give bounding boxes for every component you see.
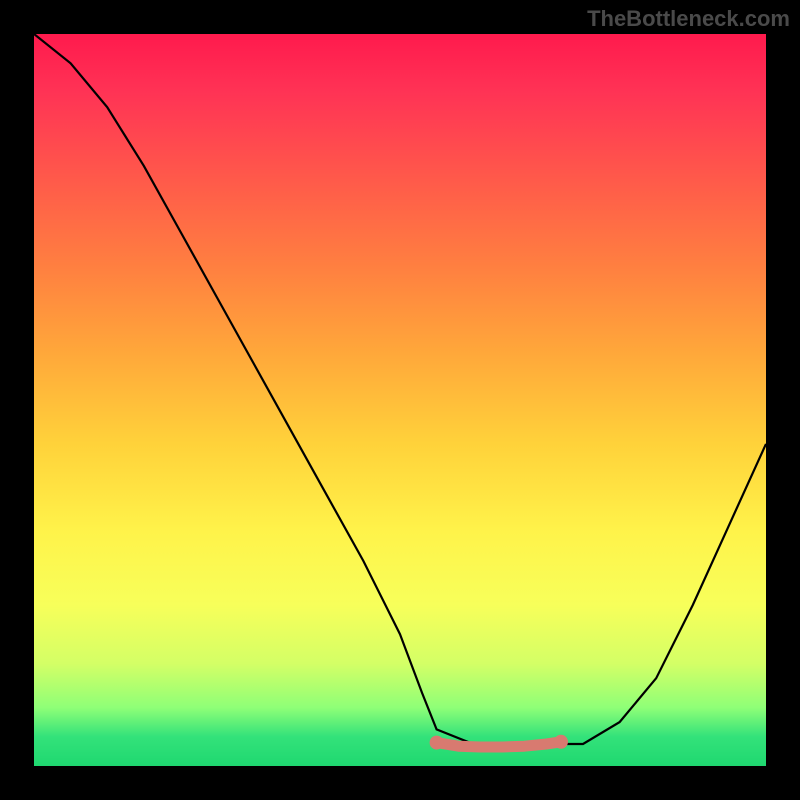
chart-svg — [34, 34, 766, 766]
bottleneck-curve — [34, 34, 766, 744]
chart-plot-area — [34, 34, 766, 766]
bottom-markers — [430, 735, 568, 750]
marker-end-dot — [554, 735, 568, 749]
watermark-text: TheBottleneck.com — [587, 6, 790, 32]
marker-end-dot — [430, 736, 444, 750]
marker-band-stroke — [437, 742, 561, 747]
